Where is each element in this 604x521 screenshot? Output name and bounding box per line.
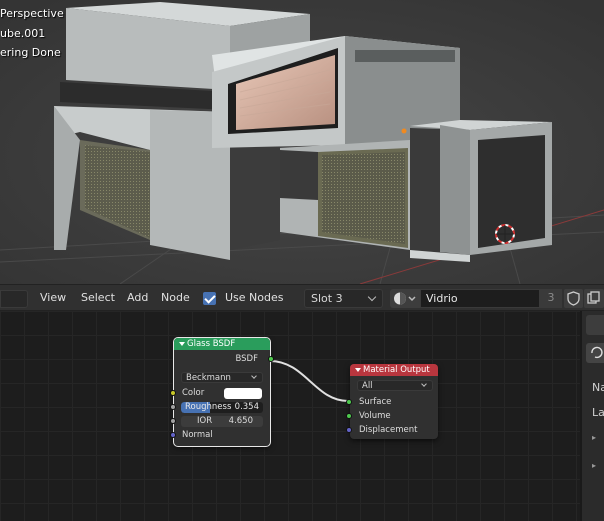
ior-input-socket[interactable] xyxy=(170,418,176,424)
refresh-icon xyxy=(591,346,603,359)
use-nodes-checkbox[interactable] xyxy=(203,292,216,305)
props-label-label: Lab xyxy=(592,406,604,419)
ior-field[interactable]: IOR 4.650 xyxy=(181,416,263,427)
material-output-header[interactable]: Material Output xyxy=(350,364,438,376)
roughness-slider[interactable]: Roughness 0.354 xyxy=(181,402,263,413)
new-material-button[interactable] xyxy=(584,289,604,308)
expand-arrow-icon[interactable]: ▸ xyxy=(592,433,596,442)
viewport-info-object: ube.001 xyxy=(0,27,46,40)
link-bsdf-to-surface xyxy=(269,360,349,402)
roughness-label: Roughness xyxy=(185,402,232,412)
node-canvas[interactable]: Glass BSDF BSDF Beckmann Color Roughness… xyxy=(0,311,580,521)
glass-bsdf-title: Glass BSDF xyxy=(187,339,236,349)
editor-type-dropdown[interactable] xyxy=(0,290,28,308)
glass-bsdf-header[interactable]: Glass BSDF xyxy=(174,338,270,350)
bsdf-output-label: BSDF xyxy=(235,354,258,364)
volume-label: Volume xyxy=(359,411,391,421)
material-name: Vidrio xyxy=(426,292,458,305)
duplicate-icon xyxy=(587,291,600,304)
material-name-field[interactable]: Vidrio xyxy=(420,289,540,308)
slot-dropdown[interactable]: Slot 3 xyxy=(304,289,383,308)
fake-user-button[interactable] xyxy=(564,289,583,308)
menu-node[interactable]: Node xyxy=(161,291,190,304)
normal-label: Normal xyxy=(182,430,213,440)
viewport-info-perspective: Perspective xyxy=(0,7,64,20)
use-nodes-label: Use Nodes xyxy=(225,291,284,304)
material-users-count[interactable]: 3 xyxy=(540,289,562,308)
refresh-button[interactable] xyxy=(586,343,604,363)
menu-add[interactable]: Add xyxy=(127,291,148,304)
expand-arrow-icon[interactable]: ▸ xyxy=(592,461,596,470)
ior-value: 4.650 xyxy=(228,416,253,426)
3d-viewport[interactable]: Perspective ube.001 ering Done xyxy=(0,0,604,284)
material-output-title: Material Output xyxy=(363,365,430,375)
shield-icon xyxy=(567,291,580,306)
roughness-value: 0.354 xyxy=(234,402,259,412)
color-input-socket[interactable] xyxy=(170,390,176,396)
displacement-label: Displacement xyxy=(359,425,418,435)
viewport-info-status: ering Done xyxy=(0,46,61,59)
chevron-down-icon xyxy=(421,381,427,387)
menu-select[interactable]: Select xyxy=(81,291,115,304)
chevron-down-icon xyxy=(367,292,377,302)
output-target-value: All xyxy=(362,381,373,391)
volume-input-socket[interactable] xyxy=(346,413,352,419)
node-editor-header: View Select Add Node Use Nodes Slot 3 Vi… xyxy=(0,284,604,311)
roughness-input-socket[interactable] xyxy=(170,404,176,410)
viewport-scene xyxy=(0,0,604,284)
properties-tab[interactable] xyxy=(586,315,604,335)
normal-input-socket[interactable] xyxy=(170,432,176,438)
chevron-down-icon xyxy=(251,373,257,379)
props-name-label: Na xyxy=(592,381,604,394)
menu-view[interactable]: View xyxy=(40,291,66,304)
glass-bsdf-node[interactable]: Glass BSDF BSDF Beckmann Color Roughness… xyxy=(170,337,274,447)
color-swatch[interactable] xyxy=(224,388,262,399)
material-browse-button[interactable] xyxy=(390,289,420,308)
distribution-value: Beckmann xyxy=(186,373,231,383)
output-target-dropdown[interactable]: All xyxy=(357,380,433,391)
slot-value: Slot 3 xyxy=(311,292,343,305)
surface-input-socket[interactable] xyxy=(346,399,352,405)
properties-panel: Na Lab ▸ ▸ xyxy=(580,311,604,521)
bsdf-output-socket[interactable] xyxy=(268,356,274,362)
displacement-input-socket[interactable] xyxy=(346,427,352,433)
material-output-node[interactable]: Material Output All Surface Volume Displ… xyxy=(346,364,438,439)
color-label: Color xyxy=(182,388,205,398)
material-sphere-icon xyxy=(394,292,416,305)
ior-label: IOR xyxy=(197,416,213,426)
node-links xyxy=(269,360,349,402)
surface-label: Surface xyxy=(359,397,392,407)
distribution-dropdown[interactable]: Beckmann xyxy=(181,372,263,383)
